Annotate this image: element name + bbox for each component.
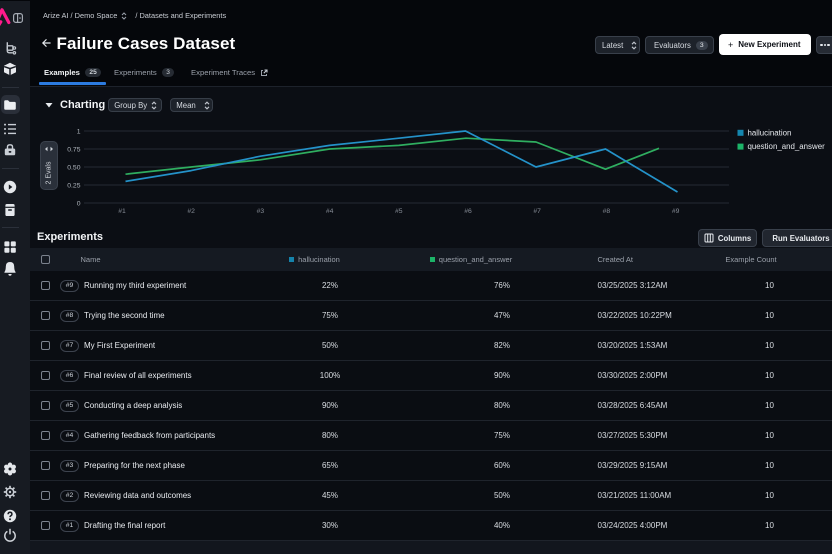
svg-text:0: 0 — [77, 200, 81, 207]
svg-text:0.75: 0.75 — [67, 146, 80, 153]
svg-text:#3: #3 — [257, 208, 265, 215]
svg-text:hallucination: hallucination — [748, 128, 792, 137]
svg-text:#6: #6 — [464, 208, 472, 215]
svg-text:#4: #4 — [326, 208, 334, 215]
svg-text:0.50: 0.50 — [67, 164, 80, 171]
svg-text:#8: #8 — [603, 208, 611, 215]
svg-text:#7: #7 — [533, 208, 541, 215]
svg-text:0.25: 0.25 — [67, 182, 80, 189]
svg-text:#1: #1 — [118, 208, 126, 215]
svg-text:#9: #9 — [672, 208, 680, 215]
svg-text:#2: #2 — [187, 208, 195, 215]
svg-text:#5: #5 — [395, 208, 403, 215]
svg-text:question_and_answer: question_and_answer — [748, 142, 826, 151]
svg-text:1: 1 — [77, 128, 81, 135]
